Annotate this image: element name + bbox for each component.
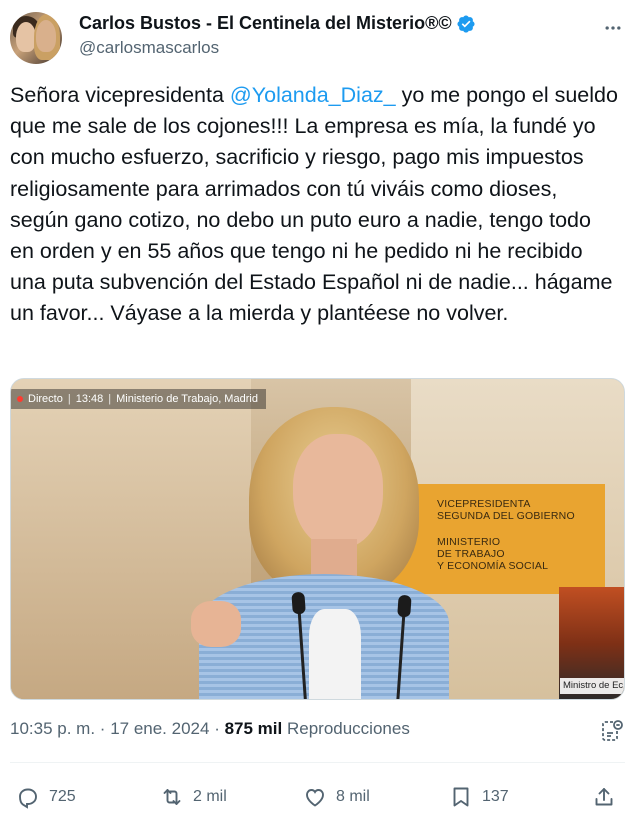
- repost-count: 2 mil: [193, 788, 227, 805]
- more-options-button[interactable]: [601, 16, 625, 40]
- share-icon: [595, 788, 613, 806]
- bookmark-count: 137: [482, 788, 509, 805]
- author-handle[interactable]: @carlosmascarlos: [79, 38, 219, 58]
- avatar[interactable]: [10, 12, 62, 64]
- live-label: Directo: [28, 393, 63, 405]
- sign-line-3: MINISTERIO: [437, 536, 501, 548]
- mention-link[interactable]: @Yolanda_Diaz_: [230, 83, 396, 107]
- sign-line-2: SEGUNDA DEL GOBIERNO: [437, 510, 575, 522]
- live-location: Ministerio de Trabajo, Madrid: [116, 393, 258, 405]
- share-button[interactable]: [592, 780, 616, 814]
- tweet-text-intro: Señora vicepresidenta: [10, 83, 230, 107]
- live-time: 13:48: [75, 393, 104, 405]
- tweet-text: Señora vicepresidenta @Yolanda_Diaz_ yo …: [10, 80, 620, 330]
- reply-icon: [19, 788, 37, 809]
- repost-icon: [163, 789, 181, 805]
- author-display-name[interactable]: Carlos Bustos - El Centinela del Misteri…: [79, 13, 452, 34]
- heart-icon: [306, 789, 324, 807]
- like-button[interactable]: 8 mil: [303, 780, 370, 814]
- live-badge: Directo | 13:48 | Ministerio de Trabajo,…: [11, 389, 266, 409]
- grok-icon[interactable]: [600, 719, 624, 743]
- divider: [10, 762, 625, 763]
- sign-line-1: VICEPRESIDENTA: [437, 498, 531, 510]
- live-dot-icon: [17, 396, 23, 402]
- like-count: 8 mil: [336, 788, 370, 805]
- views-label: Reproducciones: [286, 719, 410, 738]
- action-bar: 725 2 mil 8 mil 137: [0, 780, 633, 814]
- verified-badge-icon: [457, 14, 475, 33]
- tweet-date[interactable]: 17 ene. 2024: [110, 719, 209, 738]
- tweet-header: Carlos Bustos - El Centinela del Misteri…: [10, 8, 625, 64]
- bookmark-icon: [453, 787, 469, 807]
- reply-button[interactable]: 725: [16, 780, 76, 814]
- video-media[interactable]: A VICEPRESIDENTA SEGUNDA DEL GOBIERNO MI…: [10, 378, 625, 700]
- more-horizontal-icon: [605, 26, 621, 30]
- sign-line-5: Y ECONOMÍA SOCIAL: [437, 560, 549, 572]
- views-count: 875 mil: [224, 719, 283, 738]
- author-name-row[interactable]: Carlos Bustos - El Centinela del Misteri…: [79, 13, 476, 34]
- tweet-text-body: yo me pongo el sueldo que me sale de los…: [10, 83, 618, 326]
- sign-line-4: DE TRABAJO: [437, 548, 505, 560]
- tweet-time[interactable]: 10:35 p. m.: [10, 719, 95, 738]
- repost-button[interactable]: 2 mil: [160, 780, 227, 814]
- inset-caption: Ministro de Ec: [560, 678, 624, 694]
- tweet-meta: 10:35 p. m. · 17 ene. 2024 · 875 mil Rep…: [10, 719, 410, 738]
- reply-count: 725: [49, 788, 76, 805]
- bookmark-button[interactable]: 137: [449, 780, 509, 814]
